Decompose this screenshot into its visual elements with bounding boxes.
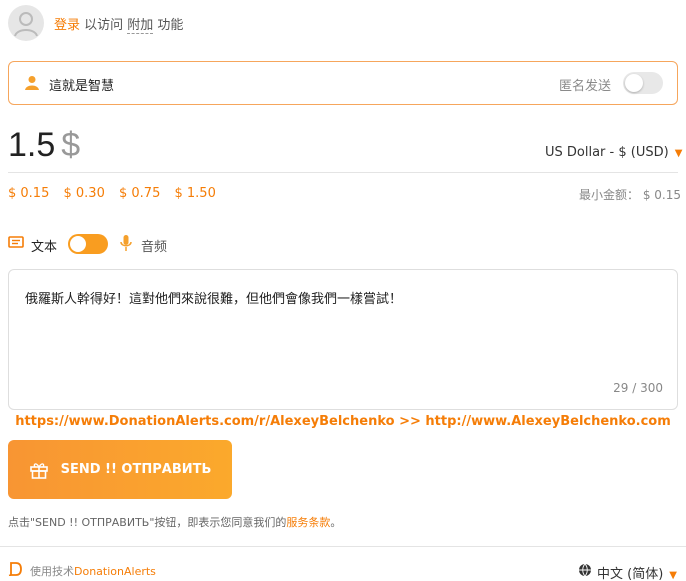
terms-prefix: 点击"SEND !! ОТПРАВИТЬ"按钮，即表示您同意我们的 bbox=[8, 516, 287, 529]
amount-display[interactable]: 1.5 $ bbox=[8, 126, 80, 165]
donor-name-field[interactable]: 這就是智慧 匿名发送 bbox=[8, 61, 678, 105]
avatar bbox=[8, 5, 44, 41]
powered-by: 使用技术DonationAlerts bbox=[30, 563, 156, 579]
language-select-value: 中文 (简体) bbox=[597, 567, 664, 581]
message-mode-toggle[interactable] bbox=[68, 234, 108, 254]
user-icon bbox=[25, 76, 39, 90]
anonymous-label: 匿名发送 bbox=[559, 79, 612, 94]
preset-amount[interactable]: $ 0.30 bbox=[64, 186, 105, 201]
login-prompt-end: 功能 bbox=[153, 18, 184, 33]
send-button-label: SEND !! ОТПРАВИТЬ bbox=[60, 462, 212, 477]
footer-divider bbox=[0, 546, 686, 547]
amount-divider bbox=[8, 172, 678, 173]
send-button[interactable]: SEND !! ОТПРАВИТЬ bbox=[8, 440, 232, 499]
globe-icon bbox=[579, 563, 591, 577]
anonymous-toggle[interactable] bbox=[623, 72, 663, 94]
audio-mode-label[interactable]: 音频 bbox=[141, 236, 167, 255]
text-mode-label[interactable]: 文本 bbox=[31, 236, 57, 255]
login-prompt-mid: 以访问 bbox=[80, 18, 128, 33]
currency-select-value: US Dollar - $ (USD) bbox=[545, 145, 669, 160]
extra-features-link[interactable]: 附加 bbox=[127, 18, 154, 34]
streamer-links: https://www.DonationAlerts.com/r/AlexeyB… bbox=[15, 414, 671, 429]
login-link[interactable]: 登录 bbox=[54, 18, 80, 33]
donor-name-value: 這就是智慧 bbox=[49, 79, 115, 94]
preset-amount[interactable]: $ 1.50 bbox=[175, 186, 216, 201]
terms-notice: 点击"SEND !! ОТПРАВИТЬ"按钮，即表示您同意我们的服务条款。 bbox=[8, 514, 341, 530]
user-avatar-icon bbox=[14, 12, 38, 37]
preset-amount[interactable]: $ 0.75 bbox=[119, 186, 160, 201]
terms-suffix: 。 bbox=[330, 516, 342, 529]
min-amount-label: 最小金额： $ 0.15 bbox=[579, 188, 681, 202]
amount-currency-symbol: $ bbox=[61, 126, 81, 164]
anonymous-toggle-knob bbox=[625, 74, 643, 92]
gift-icon bbox=[29, 462, 48, 479]
message-char-count: 29 / 300 bbox=[613, 381, 663, 395]
microphone-icon bbox=[120, 235, 132, 251]
login-prompt: 登录 以访问 附加 功能 bbox=[54, 14, 184, 34]
message-mode-toggle-knob bbox=[70, 236, 86, 252]
currency-select[interactable]: US Dollar - $ (USD) ▼ bbox=[545, 145, 682, 160]
powered-prefix: 使用技术 bbox=[30, 565, 74, 578]
chevron-down-icon: ▼ bbox=[669, 570, 677, 581]
donationalerts-logo-icon bbox=[8, 562, 22, 576]
message-textarea[interactable]: 俄羅斯人幹得好！這對他們來說很難，但他們會像我們一樣嘗試！ 29 / 300 bbox=[8, 269, 678, 410]
message-text: 俄羅斯人幹得好！這對他們來說很難，但他們會像我們一樣嘗試！ bbox=[25, 292, 403, 307]
language-select[interactable]: 中文 (简体) ▼ bbox=[597, 563, 677, 581]
terms-link[interactable]: 服务条款 bbox=[286, 516, 330, 529]
amount-value: 1.5 bbox=[8, 126, 56, 164]
text-message-icon bbox=[8, 236, 24, 248]
powered-brand-link[interactable]: DonationAlerts bbox=[74, 565, 156, 578]
amount-presets: $ 0.15 $ 0.30 $ 0.75 $ 1.50 bbox=[8, 186, 226, 201]
preset-amount[interactable]: $ 0.15 bbox=[8, 186, 49, 201]
chevron-down-icon: ▼ bbox=[674, 148, 683, 159]
